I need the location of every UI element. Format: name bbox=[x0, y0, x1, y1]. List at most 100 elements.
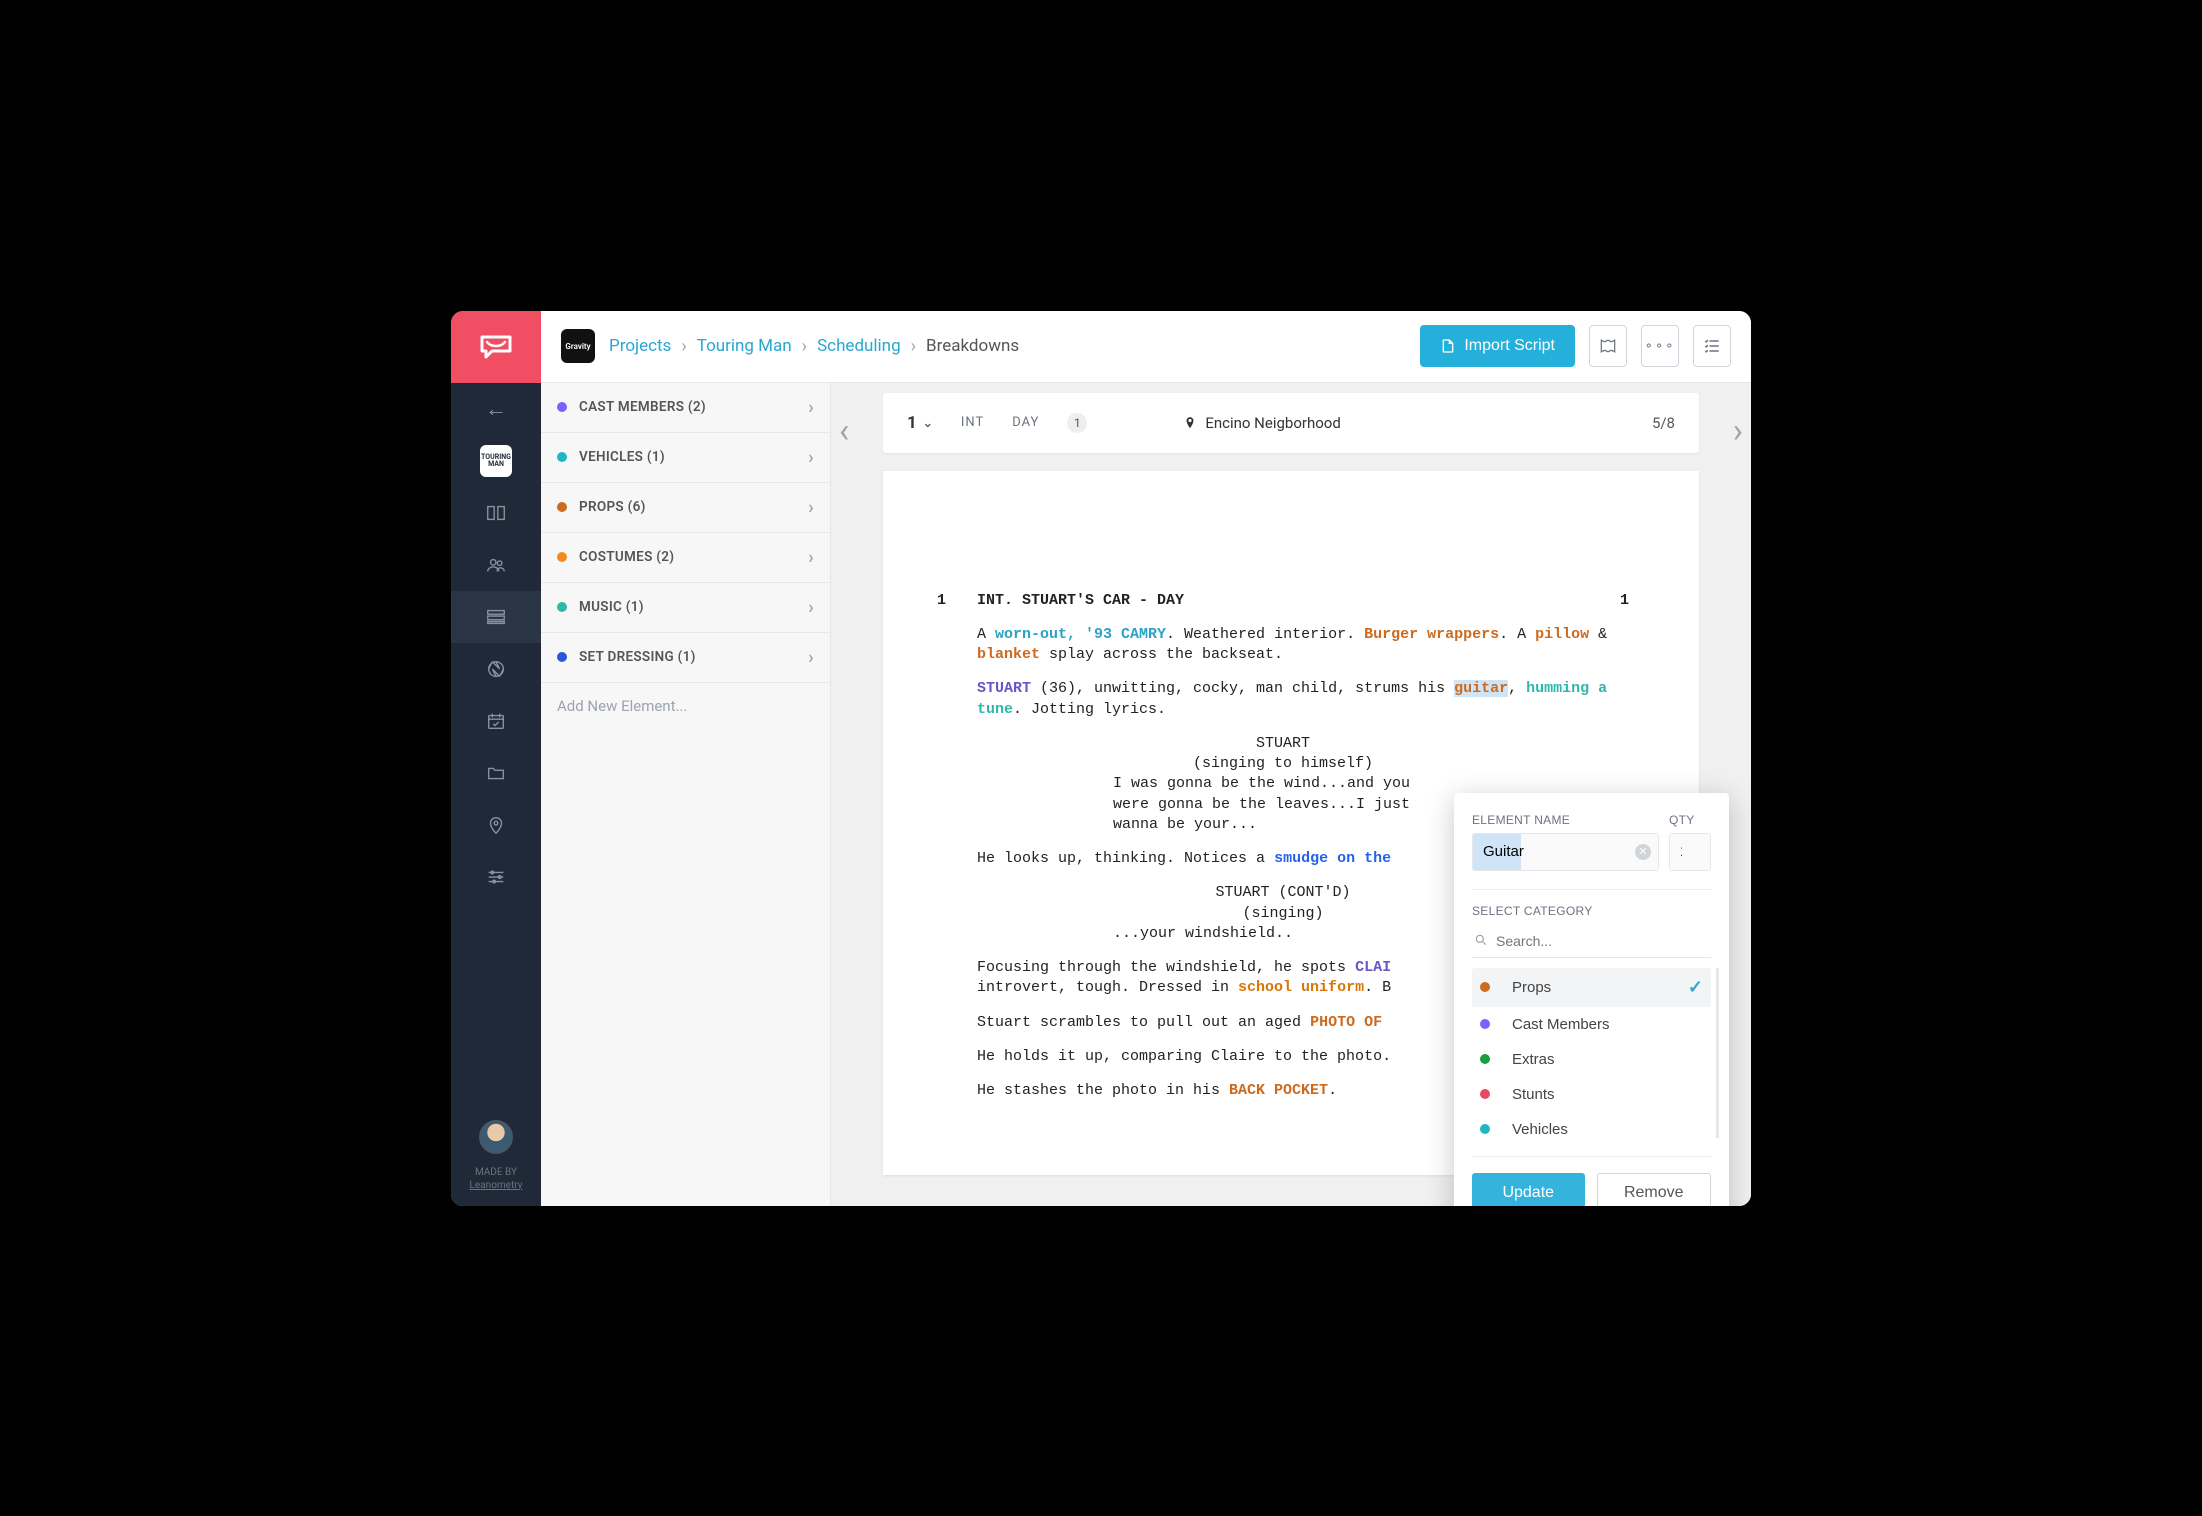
outline-button[interactable] bbox=[1693, 325, 1731, 367]
category-set-dressing[interactable]: SET DRESSING (1)› bbox=[541, 633, 830, 683]
character-cue: STUART bbox=[937, 734, 1629, 754]
tagged-cast[interactable]: CLAI bbox=[1355, 959, 1391, 976]
nav-location[interactable] bbox=[451, 799, 541, 851]
category-cast-members[interactable]: CAST MEMBERS (2)› bbox=[541, 383, 830, 433]
tagged-cast[interactable]: STUART bbox=[977, 680, 1031, 697]
tagged-prop[interactable]: blanket bbox=[977, 646, 1040, 663]
project-badge[interactable]: Gravity bbox=[561, 329, 595, 363]
chevron-right-icon: › bbox=[808, 447, 814, 468]
search-icon bbox=[1474, 933, 1488, 952]
category-search-input[interactable] bbox=[1472, 926, 1711, 958]
topbar: Gravity Projects › Touring Man › Schedul… bbox=[541, 311, 1751, 383]
nav-project[interactable]: TOURINGMAN bbox=[451, 435, 541, 487]
nav-people[interactable] bbox=[451, 539, 541, 591]
check-icon: ✓ bbox=[1688, 977, 1703, 998]
chevron-right-icon: › bbox=[808, 597, 814, 618]
app-logo[interactable] bbox=[451, 311, 541, 383]
tagged-set-dressing[interactable]: smudge on the bbox=[1274, 850, 1391, 867]
tagged-prop-selected[interactable]: guitar bbox=[1454, 680, 1508, 697]
nav-aperture[interactable] bbox=[451, 643, 541, 695]
breadcrumb-project[interactable]: Touring Man bbox=[697, 336, 792, 356]
dialogue: I was gonna be the wind...and you were g… bbox=[1113, 774, 1453, 835]
category-costumes[interactable]: COSTUMES (2)› bbox=[541, 533, 830, 583]
pin-icon bbox=[485, 814, 507, 836]
chevron-right-icon: › bbox=[808, 547, 814, 568]
book-icon bbox=[1598, 336, 1618, 356]
nav-back[interactable]: ← bbox=[451, 383, 541, 435]
more-options-button[interactable]: ∘∘∘ bbox=[1641, 325, 1679, 367]
calendar-icon bbox=[485, 710, 507, 732]
main-area: Gravity Projects › Touring Man › Schedul… bbox=[541, 311, 1751, 1206]
sliders-icon bbox=[485, 866, 507, 888]
scene-number-dropdown[interactable]: 1⌄ bbox=[907, 413, 933, 433]
breadcrumb-section[interactable]: Scheduling bbox=[817, 336, 901, 356]
category-vehicles[interactable]: VEHICLES (1)› bbox=[541, 433, 830, 483]
nav-settings[interactable] bbox=[451, 851, 541, 903]
nav-breakdown[interactable] bbox=[451, 591, 541, 643]
category-music[interactable]: MUSIC (1)› bbox=[541, 583, 830, 633]
category-option-vehicles[interactable]: Vehicles bbox=[1472, 1112, 1711, 1138]
scene-number-right: 1 bbox=[1599, 591, 1629, 611]
action-line: STUART (36), unwitting, cocky, man child… bbox=[977, 679, 1629, 720]
scene-count-badge: 1 bbox=[1067, 413, 1087, 433]
element-editor-popover: ELEMENT NAME ✕ QTY SELECT CATEGORY bbox=[1454, 793, 1729, 1206]
chevron-right-icon: › bbox=[681, 336, 686, 357]
scene-int-ext: INT bbox=[961, 415, 984, 430]
dialogue: ...your windshield.. bbox=[1113, 924, 1453, 944]
select-category-label: SELECT CATEGORY bbox=[1472, 904, 1711, 918]
dots-icon: ∘∘∘ bbox=[1644, 338, 1675, 354]
category-option-cast-members[interactable]: Cast Members bbox=[1472, 1007, 1711, 1042]
project-thumbnail-icon: TOURINGMAN bbox=[481, 454, 511, 468]
import-script-button[interactable]: Import Script bbox=[1420, 325, 1575, 367]
chevron-right-icon: › bbox=[911, 336, 916, 357]
file-icon bbox=[1440, 338, 1456, 354]
clear-icon[interactable]: ✕ bbox=[1635, 844, 1651, 860]
qty-input[interactable] bbox=[1669, 833, 1711, 871]
category-list[interactable]: Props✓ Cast Members Extras Stunts Vehicl… bbox=[1472, 968, 1719, 1138]
list-icon bbox=[485, 606, 507, 628]
nav-calendar[interactable] bbox=[451, 695, 541, 747]
nav-files[interactable] bbox=[451, 747, 541, 799]
parenthetical: (singing to himself) bbox=[937, 754, 1629, 774]
prev-scene-button[interactable]: ‹ bbox=[839, 411, 849, 451]
scene-header: 1⌄ INT DAY 1 Encino Neigborhood 5/8 bbox=[883, 393, 1699, 453]
category-option-stunts[interactable]: Stunts bbox=[1472, 1077, 1711, 1112]
breadcrumb: Projects › Touring Man › Scheduling › Br… bbox=[609, 336, 1019, 357]
tagged-prop[interactable]: Burger wrappers bbox=[1364, 626, 1499, 643]
element-name-label: ELEMENT NAME bbox=[1472, 813, 1659, 827]
chevron-right-icon: › bbox=[802, 336, 807, 357]
qty-label: QTY bbox=[1669, 813, 1711, 827]
scene-page-count: 5/8 bbox=[1652, 414, 1675, 432]
nav-compare[interactable] bbox=[451, 487, 541, 539]
update-button[interactable]: Update bbox=[1472, 1173, 1585, 1206]
tagged-prop[interactable]: PHOTO OF bbox=[1310, 1014, 1382, 1031]
category-option-props[interactable]: Props✓ bbox=[1472, 968, 1711, 1007]
checklist-icon bbox=[1702, 336, 1722, 356]
tagged-prop[interactable]: BACK POCKET bbox=[1229, 1082, 1328, 1099]
category-props[interactable]: PROPS (6)› bbox=[541, 483, 830, 533]
action-line: A worn-out, '93 CAMRY. Weathered interio… bbox=[977, 625, 1629, 666]
arrow-left-icon: ← bbox=[485, 388, 507, 430]
next-scene-button[interactable]: › bbox=[1733, 411, 1743, 451]
element-name-input[interactable] bbox=[1472, 833, 1659, 871]
tagged-costume[interactable]: school uniform bbox=[1238, 979, 1364, 996]
app-frame: ← TOURINGMAN MADE BY Leanometry Gravity … bbox=[451, 311, 1751, 1206]
add-element-input[interactable]: Add New Element... bbox=[541, 683, 830, 729]
nav-rail: ← TOURINGMAN MADE BY Leanometry bbox=[451, 311, 541, 1206]
breadcrumb-current: Breakdowns bbox=[926, 336, 1019, 356]
aperture-icon bbox=[485, 658, 507, 680]
chat-bubble-icon bbox=[478, 329, 514, 365]
scene-number-left: 1 bbox=[937, 591, 977, 611]
chevron-right-icon: › bbox=[808, 397, 814, 418]
tagged-prop[interactable]: pillow bbox=[1535, 626, 1589, 643]
breadcrumb-projects[interactable]: Projects bbox=[609, 336, 671, 356]
chevron-right-icon: › bbox=[808, 497, 814, 518]
scene-time: DAY bbox=[1012, 415, 1039, 430]
tagged-vehicle[interactable]: worn-out, '93 CAMRY bbox=[995, 626, 1166, 643]
user-avatar[interactable] bbox=[479, 1120, 513, 1154]
view-mode-button[interactable] bbox=[1589, 325, 1627, 367]
category-option-extras[interactable]: Extras bbox=[1472, 1042, 1711, 1077]
remove-button[interactable]: Remove bbox=[1597, 1173, 1712, 1206]
scene-location[interactable]: Encino Neigborhood bbox=[1183, 414, 1340, 432]
columns-icon bbox=[485, 502, 507, 524]
